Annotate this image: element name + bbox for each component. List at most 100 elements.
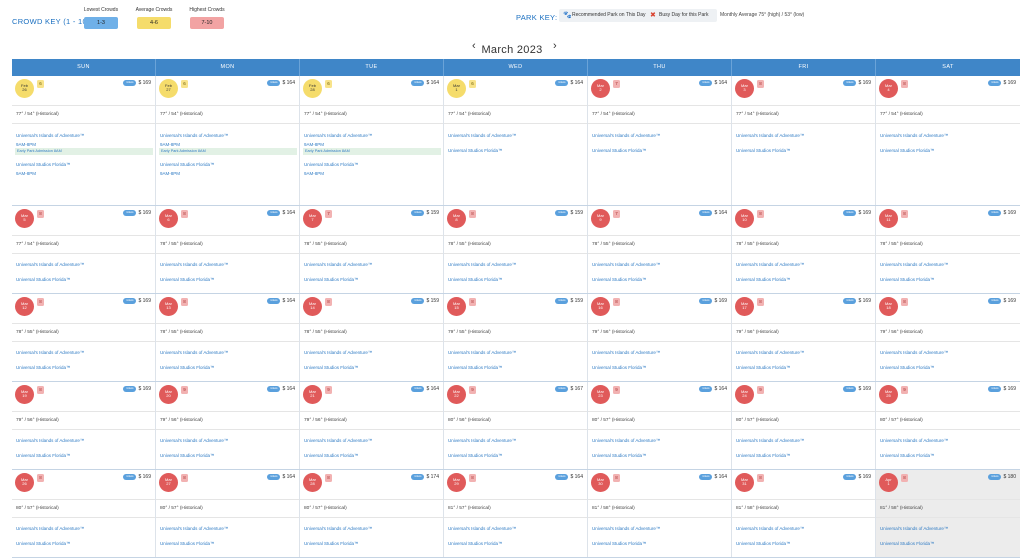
park-link-islands-of-adventure[interactable]: Universal's Islands of Adventure™ — [880, 350, 948, 355]
day-cell[interactable]: Mar 9 7 tickets $ 164 78° / 55° (Historical) U… — [588, 206, 732, 293]
park-link-universal-studios[interactable]: Universal Studios Florida™ — [160, 541, 215, 546]
day-cell[interactable]: Mar 30 8 tickets $ 164 81° / 58° (Historical)… — [588, 470, 732, 557]
day-cell[interactable]: Mar 11 8 tickets $ 169 78° / 55° (Historical)… — [876, 206, 1020, 293]
ticket-button[interactable]: tickets — [267, 80, 281, 86]
park-link-islands-of-adventure[interactable]: Universal's Islands of Adventure™ — [16, 438, 84, 443]
park-link-islands-of-adventure[interactable]: Universal's Islands of Adventure™ — [304, 526, 372, 531]
day-cell[interactable]: Mar 14 8 tickets $ 159 78° / 55° (Historical)… — [300, 294, 444, 381]
prev-month-button[interactable]: ‹ — [472, 40, 476, 52]
park-link-islands-of-adventure[interactable]: Universal's Islands of Adventure™ — [736, 438, 804, 443]
day-cell[interactable]: Mar 17 8 tickets $ 169 79° / 56° (Historical)… — [732, 294, 876, 381]
ticket-button[interactable]: tickets — [699, 80, 713, 86]
park-link-islands-of-adventure[interactable]: Universal's Islands of Adventure™ — [160, 262, 228, 267]
park-link-universal-studios[interactable]: Universal Studios Florida™ — [160, 162, 215, 167]
ticket-button[interactable]: tickets — [555, 80, 569, 86]
day-cell[interactable]: Mar 4 8 tickets $ 169 77° / 54° (Historical) U… — [876, 76, 1020, 205]
park-link-islands-of-adventure[interactable]: Universal's Islands of Adventure™ — [160, 526, 228, 531]
park-link-universal-studios[interactable]: Universal Studios Florida™ — [304, 365, 359, 370]
park-link-universal-studios[interactable]: Universal Studios Florida™ — [592, 277, 647, 282]
park-link-universal-studios[interactable]: Universal Studios Florida™ — [880, 148, 935, 153]
ticket-button[interactable]: tickets — [123, 298, 137, 304]
day-cell[interactable]: Mar 20 9 tickets $ 164 79° / 56° (Historical)… — [156, 382, 300, 469]
day-cell[interactable]: Mar 19 8 tickets $ 169 79° / 56° (Historical)… — [12, 382, 156, 469]
ticket-button[interactable]: tickets — [123, 386, 137, 392]
ticket-button[interactable]: tickets — [843, 386, 857, 392]
day-cell[interactable]: Mar 18 8 tickets $ 169 79° / 56° (Historical)… — [876, 294, 1020, 381]
park-link-islands-of-adventure[interactable]: Universal's Islands of Adventure™ — [592, 350, 660, 355]
ticket-button[interactable]: tickets — [267, 210, 281, 216]
day-cell[interactable]: Mar 23 9 tickets $ 164 80° / 57° (Historical)… — [588, 382, 732, 469]
day-cell[interactable]: Mar 29 8 tickets $ 164 81° / 57° (Historical)… — [444, 470, 588, 557]
ticket-button[interactable]: tickets — [123, 80, 137, 86]
ticket-button[interactable]: tickets — [267, 474, 281, 480]
park-link-universal-studios[interactable]: Universal Studios Florida™ — [304, 277, 359, 282]
day-cell[interactable]: Mar 22 9 tickets $ 167 80° / 56° (Historical)… — [444, 382, 588, 469]
park-link-universal-studios[interactable]: Universal Studios Florida™ — [16, 365, 71, 370]
park-link-islands-of-adventure[interactable]: Universal's Islands of Adventure™ — [448, 133, 516, 138]
ticket-button[interactable]: tickets — [699, 386, 713, 392]
park-link-islands-of-adventure[interactable]: Universal's Islands of Adventure™ — [304, 350, 372, 355]
park-link-universal-studios[interactable]: Universal Studios Florida™ — [448, 148, 503, 153]
park-link-universal-studios[interactable]: Universal Studios Florida™ — [736, 541, 791, 546]
day-cell[interactable]: Mar 28 8 tickets $ 174 80° / 57° (Historical)… — [300, 470, 444, 557]
park-link-islands-of-adventure[interactable]: Universal's Islands of Adventure™ — [304, 262, 372, 267]
day-cell[interactable]: Apr 1 8 tickets $ 180 81° / 58° (Historical) U… — [876, 470, 1020, 557]
park-link-universal-studios[interactable]: Universal Studios Florida™ — [880, 453, 935, 458]
park-link-universal-studios[interactable]: Universal Studios Florida™ — [448, 277, 503, 282]
park-link-universal-studios[interactable]: Universal Studios Florida™ — [160, 277, 215, 282]
ticket-button[interactable]: tickets — [699, 298, 713, 304]
park-link-islands-of-adventure[interactable]: Universal's Islands of Adventure™ — [16, 526, 84, 531]
park-link-islands-of-adventure[interactable]: Universal's Islands of Adventure™ — [16, 133, 84, 138]
ticket-button[interactable]: tickets — [699, 474, 713, 480]
park-link-universal-studios[interactable]: Universal Studios Florida™ — [880, 277, 935, 282]
park-link-universal-studios[interactable]: Universal Studios Florida™ — [880, 541, 935, 546]
day-cell[interactable]: Mar 8 8 tickets $ 159 78° / 55° (Historical) U… — [444, 206, 588, 293]
ticket-button[interactable]: tickets — [843, 210, 857, 216]
park-link-islands-of-adventure[interactable]: Universal's Islands of Adventure™ — [448, 526, 516, 531]
park-link-islands-of-adventure[interactable]: Universal's Islands of Adventure™ — [16, 350, 84, 355]
ticket-button[interactable]: tickets — [555, 298, 569, 304]
park-link-universal-studios[interactable]: Universal Studios Florida™ — [592, 365, 647, 370]
day-cell[interactable]: Mar 12 8 tickets $ 169 78° / 55° (Historical)… — [12, 294, 156, 381]
ticket-button[interactable]: tickets — [411, 474, 425, 480]
ticket-button[interactable]: tickets — [411, 80, 425, 86]
park-link-islands-of-adventure[interactable]: Universal's Islands of Adventure™ — [160, 133, 228, 138]
day-cell[interactable]: Mar 6 8 tickets $ 164 78° / 55° (Historical) U… — [156, 206, 300, 293]
day-cell[interactable]: Feb 28 6 tickets $ 164 77° / 54° (Historical)… — [300, 76, 444, 205]
park-link-universal-studios[interactable]: Universal Studios Florida™ — [16, 453, 71, 458]
park-link-universal-studios[interactable]: Universal Studios Florida™ — [448, 365, 503, 370]
day-cell[interactable]: Feb 27 6 tickets $ 164 77° / 54° (Historical)… — [156, 76, 300, 205]
park-link-islands-of-adventure[interactable]: Universal's Islands of Adventure™ — [736, 350, 804, 355]
park-link-universal-studios[interactable]: Universal Studios Florida™ — [304, 453, 359, 458]
day-cell[interactable]: Mar 15 8 tickets $ 159 79° / 55° (Historical)… — [444, 294, 588, 381]
park-link-islands-of-adventure[interactable]: Universal's Islands of Adventure™ — [448, 350, 516, 355]
day-cell[interactable]: Mar 13 8 tickets $ 164 78° / 55° (Historical)… — [156, 294, 300, 381]
park-link-universal-studios[interactable]: Universal Studios Florida™ — [16, 162, 71, 167]
park-link-islands-of-adventure[interactable]: Universal's Islands of Adventure™ — [160, 350, 228, 355]
park-link-universal-studios[interactable]: Universal Studios Florida™ — [304, 162, 359, 167]
park-link-islands-of-adventure[interactable]: Universal's Islands of Adventure™ — [736, 262, 804, 267]
day-cell[interactable]: Mar 26 8 tickets $ 169 80° / 57° (Historical)… — [12, 470, 156, 557]
park-link-universal-studios[interactable]: Universal Studios Florida™ — [16, 541, 71, 546]
park-link-universal-studios[interactable]: Universal Studios Florida™ — [736, 365, 791, 370]
park-link-universal-studios[interactable]: Universal Studios Florida™ — [592, 541, 647, 546]
ticket-button[interactable]: tickets — [411, 298, 425, 304]
park-link-islands-of-adventure[interactable]: Universal's Islands of Adventure™ — [448, 262, 516, 267]
park-link-universal-studios[interactable]: Universal Studios Florida™ — [880, 365, 935, 370]
park-link-islands-of-adventure[interactable]: Universal's Islands of Adventure™ — [592, 262, 660, 267]
park-link-universal-studios[interactable]: Universal Studios Florida™ — [160, 365, 215, 370]
park-link-islands-of-adventure[interactable]: Universal's Islands of Adventure™ — [736, 526, 804, 531]
ticket-button[interactable]: tickets — [843, 474, 857, 480]
park-link-universal-studios[interactable]: Universal Studios Florida™ — [16, 277, 71, 282]
day-cell[interactable]: Mar 10 8 tickets $ 169 78° / 55° (Historical)… — [732, 206, 876, 293]
ticket-button[interactable]: tickets — [988, 298, 1002, 304]
park-link-islands-of-adventure[interactable]: Universal's Islands of Adventure™ — [880, 438, 948, 443]
ticket-button[interactable]: tickets — [988, 386, 1002, 392]
park-link-universal-studios[interactable]: Universal Studios Florida™ — [304, 541, 359, 546]
ticket-button[interactable]: tickets — [555, 474, 569, 480]
day-cell[interactable]: Mar 2 7 tickets $ 164 77° / 54° (Historical) U… — [588, 76, 732, 205]
ticket-button[interactable]: tickets — [555, 386, 569, 392]
park-link-islands-of-adventure[interactable]: Universal's Islands of Adventure™ — [592, 438, 660, 443]
day-cell[interactable]: Mar 25 9 tickets $ 169 80° / 57° (Historical)… — [876, 382, 1020, 469]
day-cell[interactable]: Feb 26 6 tickets $ 169 77° / 54° (Historical)… — [12, 76, 156, 205]
